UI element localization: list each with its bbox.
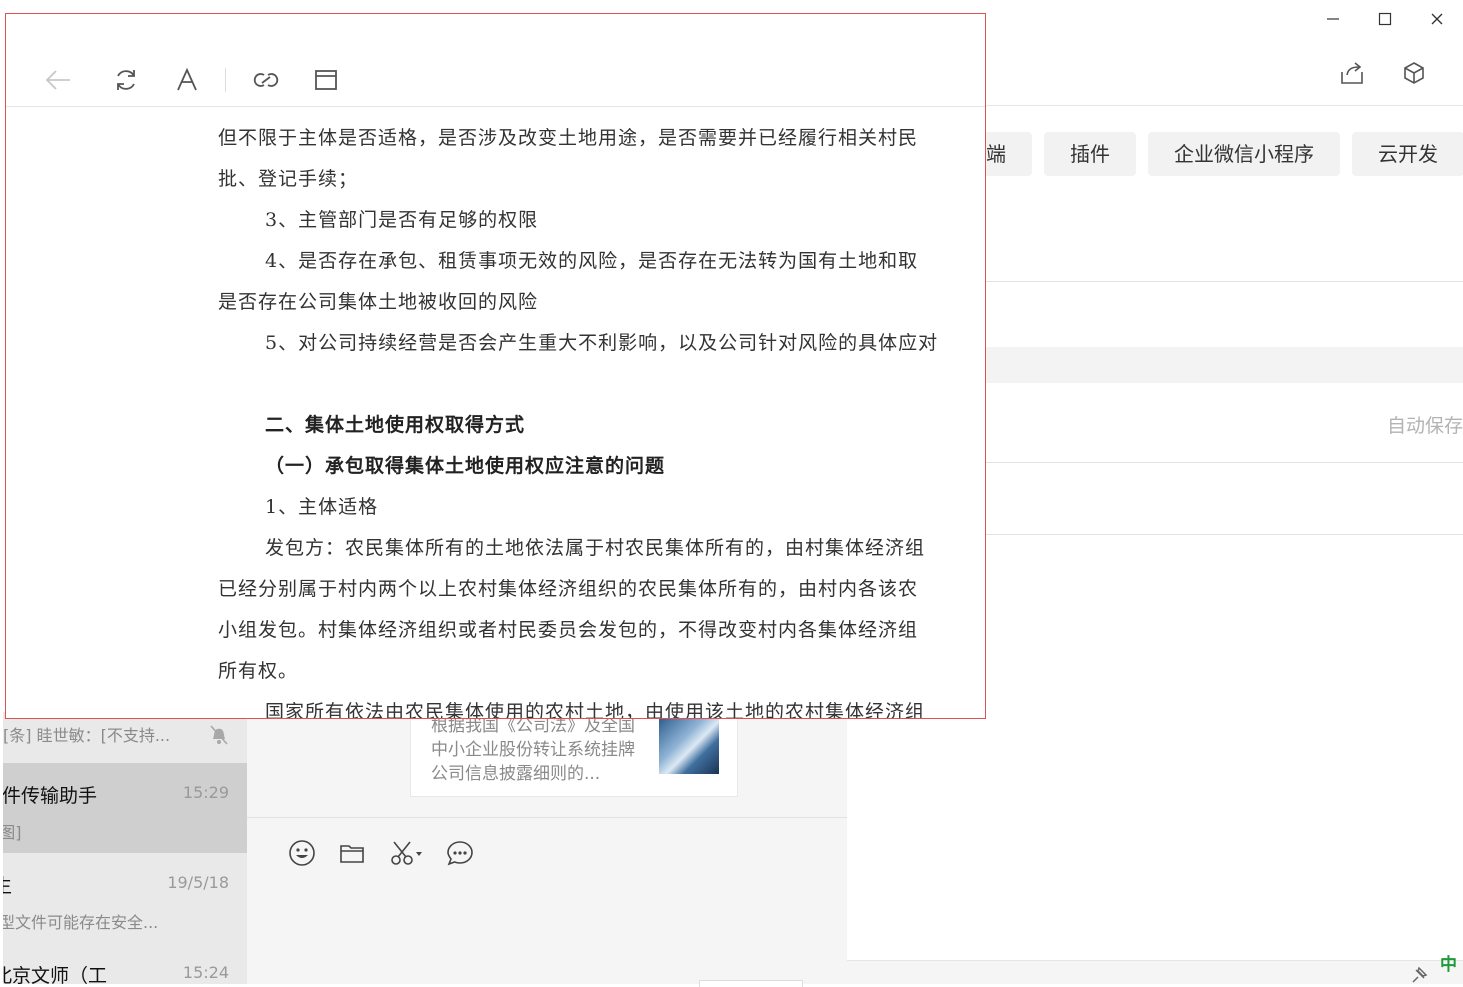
subsection-heading: （一）承包取得集体土地使用权应注意的问题: [265, 455, 666, 477]
divider: [986, 462, 1463, 463]
minimize-button[interactable]: [1307, 0, 1359, 38]
document-line: 但不限于主体是否适格，是否涉及改变土地用途，是否需要并已经履行相关村民: [218, 127, 919, 149]
conversation-preview: [图]: [3, 823, 22, 842]
divider: [986, 281, 1463, 282]
back-button[interactable]: [42, 64, 74, 96]
chip-plugin[interactable]: 插件: [1044, 132, 1136, 176]
font-icon: [177, 67, 197, 91]
background-toolbar-divider: [986, 105, 1463, 106]
document-line: 1、主体适格: [265, 496, 379, 518]
list-item[interactable]: [条] 眭世敏：[不支持...: [3, 712, 247, 763]
document-line: 5、对公司持续经营是否会产生重大不利影响，以及公司针对风险的具体应对: [265, 332, 939, 354]
speech-bubble-icon: [447, 841, 473, 866]
browser-window-icon: [315, 70, 337, 90]
background-right-panel: [847, 712, 1463, 984]
link-icon: [253, 73, 279, 87]
document-line: 发包方：农民集体所有的土地依法属于村农民集体所有的，由村集体经济组: [265, 537, 926, 559]
conversation-list: [条] 眭世敏：[不支持... 文件传输助手 15:29 [图] 生 19/5/…: [3, 712, 247, 984]
divider: [986, 534, 1463, 535]
list-item[interactable]: 文件传输助手 15:29 [图]: [3, 763, 247, 853]
conversation-preview: 类型文件可能存在安全...: [3, 913, 159, 932]
chip-cloud-dev[interactable]: 云开发: [1352, 132, 1463, 176]
maximize-button[interactable]: [1359, 0, 1411, 38]
conversation-name: 北京文师（工: [3, 965, 108, 984]
document-line: 批、登记手续；: [218, 168, 359, 190]
reader-toolbar: [6, 14, 985, 107]
input-toolbar: [287, 838, 475, 868]
status-bar: [847, 960, 1463, 984]
article-thumbnail: [659, 716, 719, 774]
share-button[interactable]: [1339, 60, 1365, 86]
background-toolbar: [1339, 60, 1427, 86]
section-heading: 二、集体土地使用权取得方式: [265, 414, 526, 436]
folder-icon: [340, 845, 364, 863]
document-line: 小组发包。村集体经济组织或者村民委员会发包的，不得改变村内各集体经济组: [218, 619, 919, 641]
open-in-browser-button[interactable]: [310, 64, 342, 96]
chat-panel: 根据我国《公司法》及全国中小企业股份转让系统挂牌公司信息披露细则的...: [247, 712, 847, 987]
list-item[interactable]: 生 19/5/18 类型文件可能存在安全...: [3, 853, 247, 943]
conversation-time: 15:29: [182, 783, 229, 802]
conversation-time: 15:24: [182, 963, 229, 982]
minimize-icon: [1327, 18, 1339, 20]
copy-link-button[interactable]: [250, 64, 282, 96]
conversation-preview: [条] 眭世敏：[不支持...: [3, 726, 171, 745]
divider: [247, 817, 847, 818]
refresh-button[interactable]: [110, 64, 142, 96]
toolbar-separator: [225, 68, 226, 92]
emoji-icon: [289, 840, 315, 866]
conversation-name: 生: [3, 871, 12, 898]
font-size-button[interactable]: [171, 64, 203, 96]
reader-window: 但不限于主体是否适格，是否涉及改变土地用途，是否需要并已经履行相关村民 批、登记…: [5, 13, 986, 719]
chat-history-button[interactable]: [445, 838, 475, 868]
article-card[interactable]: 根据我国《公司法》及全国中小企业股份转让系统挂牌公司信息披露细则的...: [410, 712, 738, 797]
document-content: 但不限于主体是否适格，是否涉及改变土地用途，是否需要并已经履行相关村民 批、登记…: [6, 107, 978, 718]
close-icon: [1431, 13, 1443, 25]
back-arrow-icon: [45, 70, 70, 90]
emoji-button[interactable]: [287, 838, 317, 868]
ime-indicator[interactable]: 中: [1440, 950, 1457, 975]
document-line: 国家所有依法由农民集体使用的农村土地，由使用该土地的农村集体经济组: [265, 701, 926, 718]
pin-icon: [1412, 966, 1428, 983]
window-controls: [1307, 0, 1463, 40]
document-line: 已经分别属于村内两个以上农村集体经济组织的农民集体所有的，由村内各该农: [218, 578, 919, 600]
chip-wecom-miniprogram[interactable]: 企业微信小程序: [1148, 132, 1340, 176]
mute-icon: [210, 725, 228, 745]
article-summary: 根据我国《公司法》及全国中小企业股份转让系统挂牌公司信息披露细则的...: [431, 716, 635, 784]
screenshot-button[interactable]: [387, 838, 425, 868]
maximize-icon: [1378, 12, 1392, 26]
file-button[interactable]: [337, 838, 367, 868]
document-line: 3、主管部门是否有足够的权限: [265, 209, 539, 231]
document-line: 所有权。: [218, 660, 299, 682]
scissors-icon: [391, 841, 422, 865]
close-button[interactable]: [1411, 0, 1463, 38]
package-button[interactable]: [1401, 60, 1427, 86]
document-line: 4、是否存在承包、租赁事项无效的风险，是否存在无法转为国有土地和取: [265, 250, 919, 272]
list-item[interactable]: 北京文师（工 15:24: [3, 943, 247, 984]
autosave-label: 自动保存: [1386, 415, 1463, 437]
share-icon: [1341, 62, 1363, 84]
document-line: 是否存在公司集体土地被收回的风险: [218, 291, 539, 313]
category-chips: 端 插件 企业微信小程序 云开发: [960, 132, 1463, 176]
cube-icon: [1404, 62, 1424, 84]
conversation-time: 19/5/18: [167, 873, 229, 892]
reader-scroll-edge: [978, 107, 985, 718]
refresh-icon: [117, 70, 135, 90]
input-band[interactable]: [986, 347, 1463, 383]
conversation-name: 文件传输助手: [3, 785, 98, 807]
